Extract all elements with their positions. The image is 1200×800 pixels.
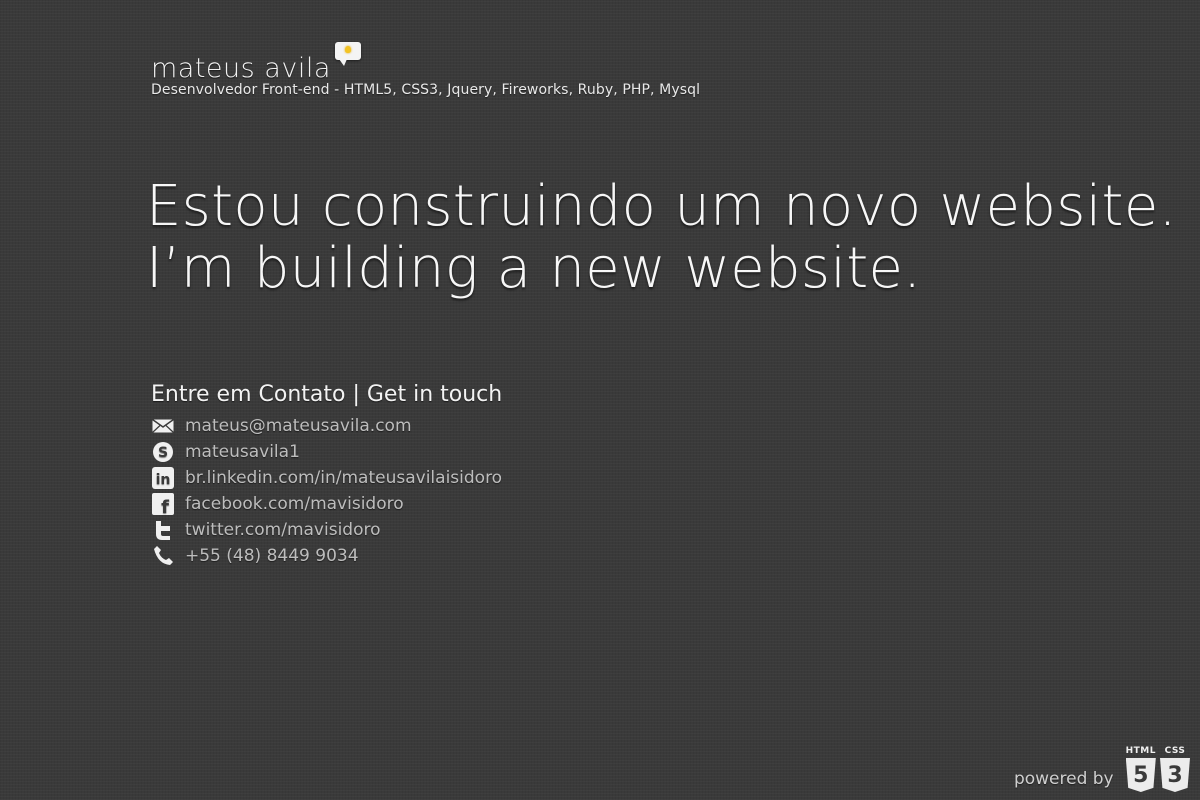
svg-text:in: in (156, 472, 171, 488)
contact-title: Entre em Contato | Get in touch (151, 382, 503, 407)
mail-icon (151, 415, 175, 437)
twitter-icon (151, 519, 175, 541)
css3-label: CSS (1164, 746, 1186, 756)
skype-icon: S (151, 441, 175, 463)
html5-shield-icon: 5 (1125, 758, 1156, 792)
linkedin-link[interactable]: br.linkedin.com/in/mateusavilaisidoro (185, 468, 502, 488)
html5-badge: HTML 5 (1126, 746, 1156, 792)
headline: Estou construindo um novo website. I’m b… (146, 176, 1177, 300)
contact-item-phone: +55 (48) 8449 9034 (151, 543, 502, 569)
twitter-link[interactable]: twitter.com/mavisidoro (185, 520, 381, 540)
svg-text:S: S (158, 445, 168, 461)
contact-section: Entre em Contato | Get in touch mateus@m… (151, 382, 502, 569)
bulb-dot (344, 46, 351, 53)
phone-link[interactable]: +55 (48) 8449 9034 (185, 546, 359, 566)
linkedin-icon: in (151, 467, 175, 489)
contact-item-twitter: twitter.com/mavisidoro (151, 517, 502, 543)
css3-shield-icon: 3 (1160, 758, 1190, 792)
headline-line-2: I’m building a new website. (146, 236, 922, 301)
contact-item-linkedin: in br.linkedin.com/in/mateusavilaisidoro (151, 465, 502, 491)
brand-header: mateus avila Desenvolvedor Front-end - H… (151, 42, 700, 98)
brand-name-wrap: mateus avila (151, 42, 361, 86)
contact-item-skype: S mateusavila1 (151, 439, 502, 465)
lightbulb-icon (334, 42, 361, 66)
contact-item-facebook: f facebook.com/mavisidoro (151, 491, 502, 517)
svg-text:f: f (161, 497, 169, 515)
email-link[interactable]: mateus@mateusavila.com (185, 416, 412, 436)
brand-name[interactable]: mateus avila (151, 53, 331, 84)
powered-by-text: powered by (1013, 769, 1114, 789)
facebook-icon: f (151, 493, 175, 515)
phone-icon (151, 545, 175, 567)
headline-line-1: Estou construindo um novo website. (146, 174, 1177, 239)
skype-link[interactable]: mateusavila1 (185, 442, 300, 462)
css3-badge: CSS 3 (1160, 746, 1190, 792)
powered-by: powered by HTML 5 CSS 3 (1014, 746, 1190, 792)
contact-item-email: mateus@mateusavila.com (151, 413, 502, 439)
html5-label: HTML (1125, 746, 1156, 756)
facebook-link[interactable]: facebook.com/mavisidoro (185, 494, 404, 514)
